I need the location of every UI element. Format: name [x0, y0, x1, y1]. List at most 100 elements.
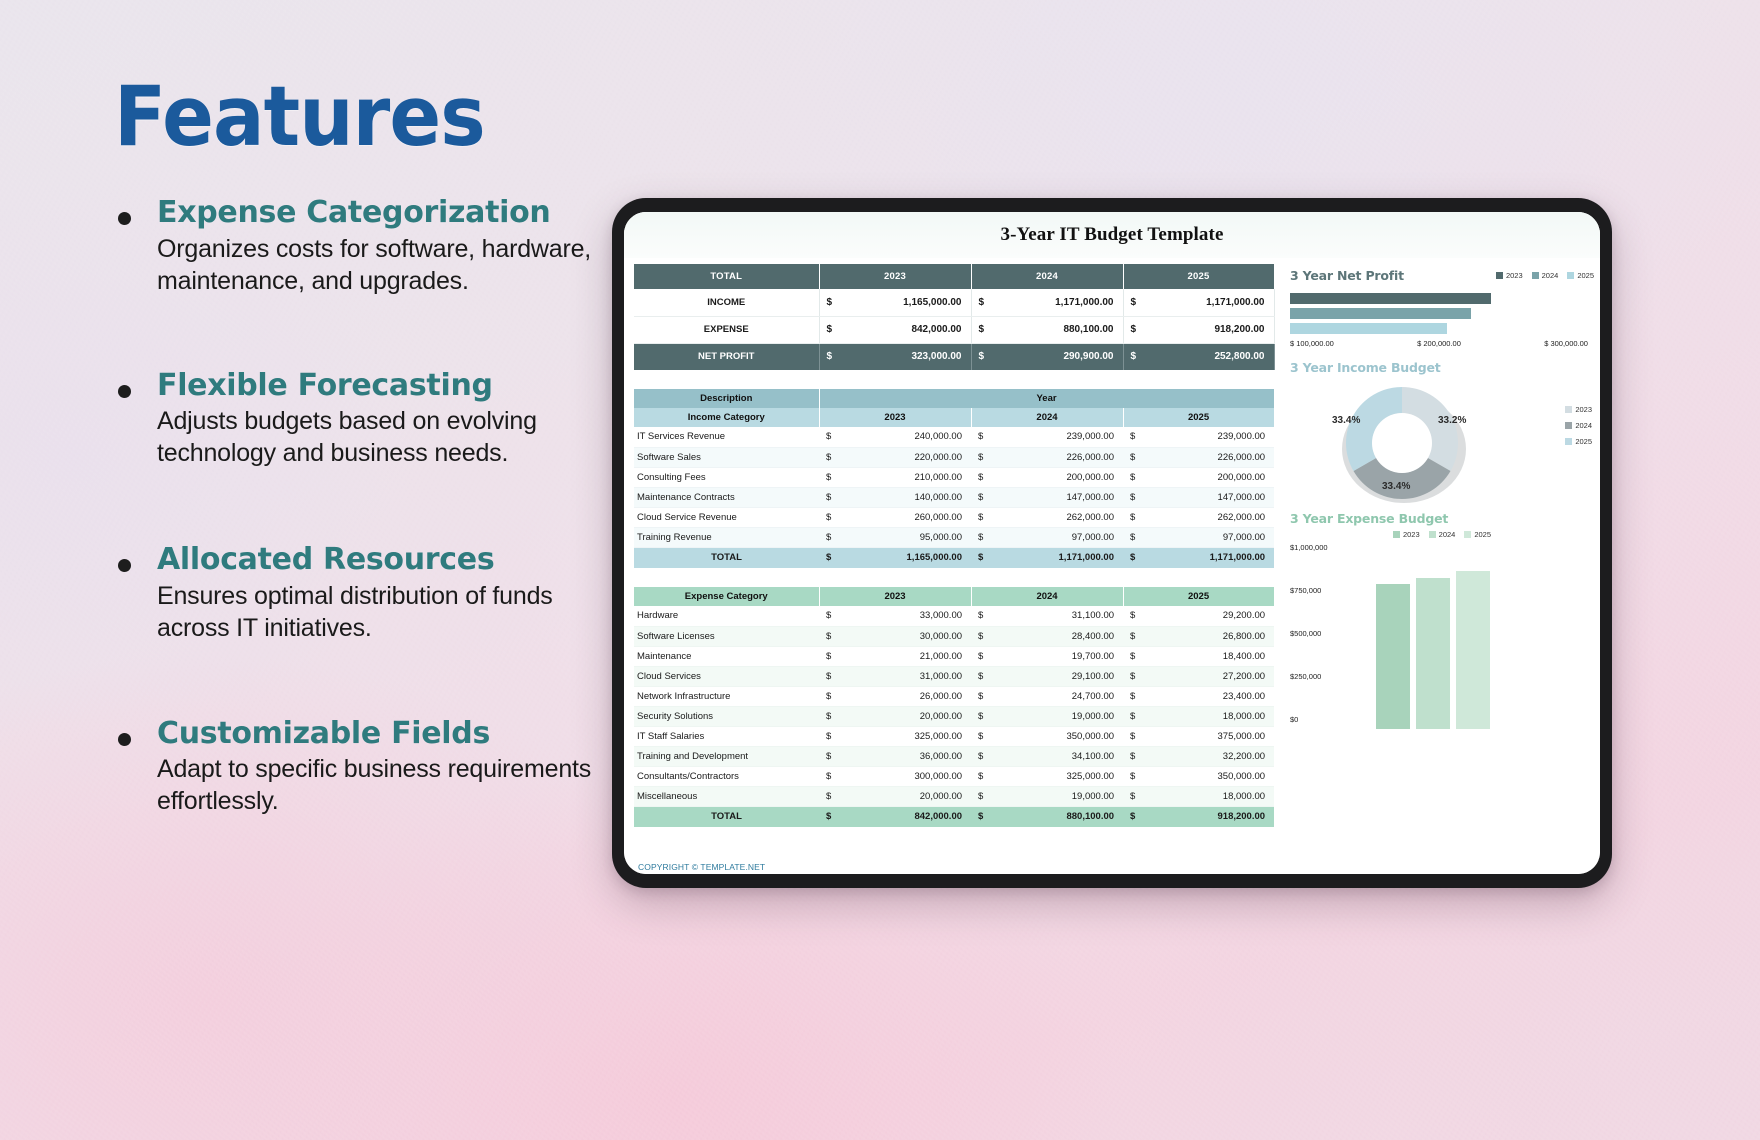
expense-value: 19,700.00 [989, 646, 1124, 667]
currency-symbol: $ [1123, 606, 1142, 627]
currency-symbol: $ [971, 606, 990, 627]
expense-bar [1456, 571, 1490, 729]
currency-symbol: $ [819, 686, 837, 707]
table-row[interactable]: Maintenance Contracts $140,000.00 $147,000… [634, 487, 1275, 508]
income-value: 226,000.00 [989, 447, 1123, 468]
table-row[interactable]: Software Sales $220,000.00 $226,000.00 $226… [634, 447, 1275, 468]
currency-symbol: $ [971, 316, 989, 344]
currency-symbol: $ [819, 626, 837, 647]
net-profit-legend-item: 2023 [1495, 271, 1523, 280]
currency-symbol: $ [971, 527, 989, 548]
expense-value: 31,000.00 [837, 666, 972, 687]
net-profit-x-tick: $ 300,000.00 [1544, 339, 1588, 348]
legend-label: 2023 [1402, 530, 1420, 539]
currency-symbol: $ [1123, 343, 1141, 370]
table-row[interactable]: Miscellaneous $20,000.00 $19,000.00 $18,000… [634, 786, 1275, 807]
currency-symbol: $ [1123, 289, 1141, 317]
feature-title: Allocated Resources [157, 542, 495, 577]
net-profit-bar [1290, 293, 1492, 304]
table-row[interactable]: Maintenance $21,000.00 $19,700.00 $18,400.0… [634, 646, 1275, 667]
income-slice-label-0: 33.4% [1332, 415, 1361, 426]
expense-total-row[interactable]: TOTAL $842,000.00 $880,100.00 $918,200.00 [634, 806, 1275, 827]
summary-value: 918,200.00 [1141, 316, 1275, 344]
income-legend-item: 2023 [1565, 405, 1592, 414]
spreadsheet-title: 3-Year IT Budget Template [1000, 224, 1224, 245]
currency-symbol: $ [1123, 726, 1142, 747]
expense-value: 31,100.00 [989, 606, 1124, 627]
bullet-icon [118, 212, 131, 225]
net-profit-bar [1290, 323, 1448, 334]
expense-y-tick: $0 [1290, 715, 1299, 724]
currency-symbol: $ [971, 646, 990, 667]
legend-swatch-icon [1565, 422, 1573, 429]
income-table[interactable]: Description Year Income Category 2023 2024 20… [634, 389, 1275, 587]
table-row[interactable]: Security Solutions $20,000.00 $19,000.00 $1… [634, 706, 1275, 727]
income-value: 262,000.00 [989, 507, 1123, 528]
feature-list: Expense Categorization Organizes costs fo… [110, 195, 610, 817]
table-row[interactable]: IT Services Revenue $240,000.00 $239,000.0… [634, 427, 1275, 448]
income-desc-header: Description [634, 389, 820, 408]
net-profit-legend-item: 2025 [1567, 271, 1594, 280]
expense-value: 24,700.00 [989, 686, 1124, 707]
net-profit-x-axis: $ 100,000.00 $ 200,000.00 $ 300,000.00 [1290, 339, 1594, 348]
expense-table[interactable]: Expense Category 2023 2024 2025 Hardware $33,… [634, 587, 1275, 827]
table-row[interactable]: Consultants/Contractors $300,000.00 $325,0… [634, 766, 1275, 787]
income-value: 262,000.00 [1141, 507, 1275, 528]
summary-row[interactable]: INCOME $1,165,000.00 $1,171,000.00 $1,171,0… [634, 289, 1275, 317]
summary-value: 880,100.00 [989, 316, 1124, 344]
summary-value: 290,900.00 [989, 343, 1124, 370]
legend-label: 2024 [1575, 421, 1592, 430]
summary-row[interactable]: EXPENSE $842,000.00 $880,100.00 $918,200.00 [634, 316, 1275, 344]
currency-symbol: $ [819, 786, 837, 807]
summary-header-year-2023: 2023 [819, 264, 972, 289]
bullet-icon [118, 559, 131, 572]
expense-legend-item: 2023 [1392, 530, 1420, 539]
net-profit-legend: 2023 2024 2025 [1495, 271, 1594, 280]
currency-symbol: $ [971, 487, 989, 508]
table-row[interactable]: Training Revenue $95,000.00 $97,000.00 $97,… [634, 527, 1275, 548]
income-category-name: Training Revenue [634, 527, 819, 548]
expense-header-row: Expense Category 2023 2024 2025 [634, 587, 1275, 606]
summary-row-label: NET PROFIT [634, 343, 820, 370]
currency-symbol: $ [971, 343, 989, 370]
currency-symbol: $ [1123, 646, 1142, 667]
table-row[interactable]: IT Staff Salaries $325,000.00 $350,000.00 $… [634, 726, 1275, 747]
expense-y-tick: $500,000 [1290, 629, 1322, 638]
income-value: 226,000.00 [1141, 447, 1275, 468]
expense-value: 30,000.00 [837, 626, 972, 647]
expense-value: 375,000.00 [1141, 726, 1275, 747]
table-row[interactable]: Hardware $33,000.00 $31,100.00 $29,200.00 [634, 606, 1275, 627]
table-row[interactable]: Cloud Service Revenue $260,000.00 $262,000… [634, 507, 1275, 528]
currency-symbol: $ [1123, 547, 1141, 568]
currency-symbol: $ [971, 786, 990, 807]
table-row[interactable]: Software Licenses $30,000.00 $28,400.00 $26… [634, 626, 1275, 647]
summary-table[interactable]: TOTAL 2023 2024 2025 INCOME $1,165,000.00 $1,1… [634, 264, 1275, 389]
table-row[interactable]: Network Infrastructure $26,000.00 $24,700.… [634, 686, 1275, 707]
income-total-row[interactable]: TOTAL $1,165,000.00 $1,171,000.00 $1,171,00… [634, 547, 1275, 568]
table-row[interactable]: Consulting Fees $210,000.00 $200,000.00 $20… [634, 467, 1275, 488]
net-profit-bar [1290, 308, 1472, 319]
legend-label: 2025 [1577, 271, 1594, 280]
legend-swatch-icon [1531, 272, 1539, 279]
currency-symbol: $ [1123, 626, 1142, 647]
currency-symbol: $ [819, 606, 837, 627]
expense-value: 20,000.00 [837, 706, 972, 727]
table-row[interactable]: Cloud Services $31,000.00 $29,100.00 $27,20… [634, 666, 1275, 687]
feature-description: Adapt to specific business requirements … [157, 755, 592, 815]
table-row[interactable]: Training and Development $36,000.00 $34,10… [634, 746, 1275, 767]
income-category-name: IT Services Revenue [634, 427, 819, 448]
spreadsheet-document[interactable]: 3-Year IT Budget Template TOTAL 2023 2024 2… [624, 212, 1600, 874]
currency-symbol: $ [819, 487, 837, 508]
currency-symbol: $ [819, 447, 837, 468]
summary-row[interactable]: NET PROFIT $323,000.00 $290,900.00 $252,800… [634, 343, 1275, 370]
net-profit-chart[interactable]: 3 Year Net Profit 2023 2024 2025 $ 100,000… [1290, 268, 1594, 348]
currency-symbol: $ [819, 646, 837, 667]
expense-category-header: Expense Category [634, 587, 820, 606]
income-budget-chart[interactable]: 3 Year Income Budget 33.4% 33.2% 33.4% 2… [1290, 360, 1594, 505]
currency-symbol: $ [819, 766, 837, 787]
currency-symbol: $ [1123, 467, 1141, 488]
income-slice-label-1: 33.2% [1438, 415, 1467, 426]
feature-title: Customizable Fields [157, 715, 491, 751]
expense-category-name: Training and Development [634, 746, 819, 767]
expense-budget-chart[interactable]: 3 Year Expense Budget 2023 2024 2025 $1,00… [1290, 511, 1594, 743]
